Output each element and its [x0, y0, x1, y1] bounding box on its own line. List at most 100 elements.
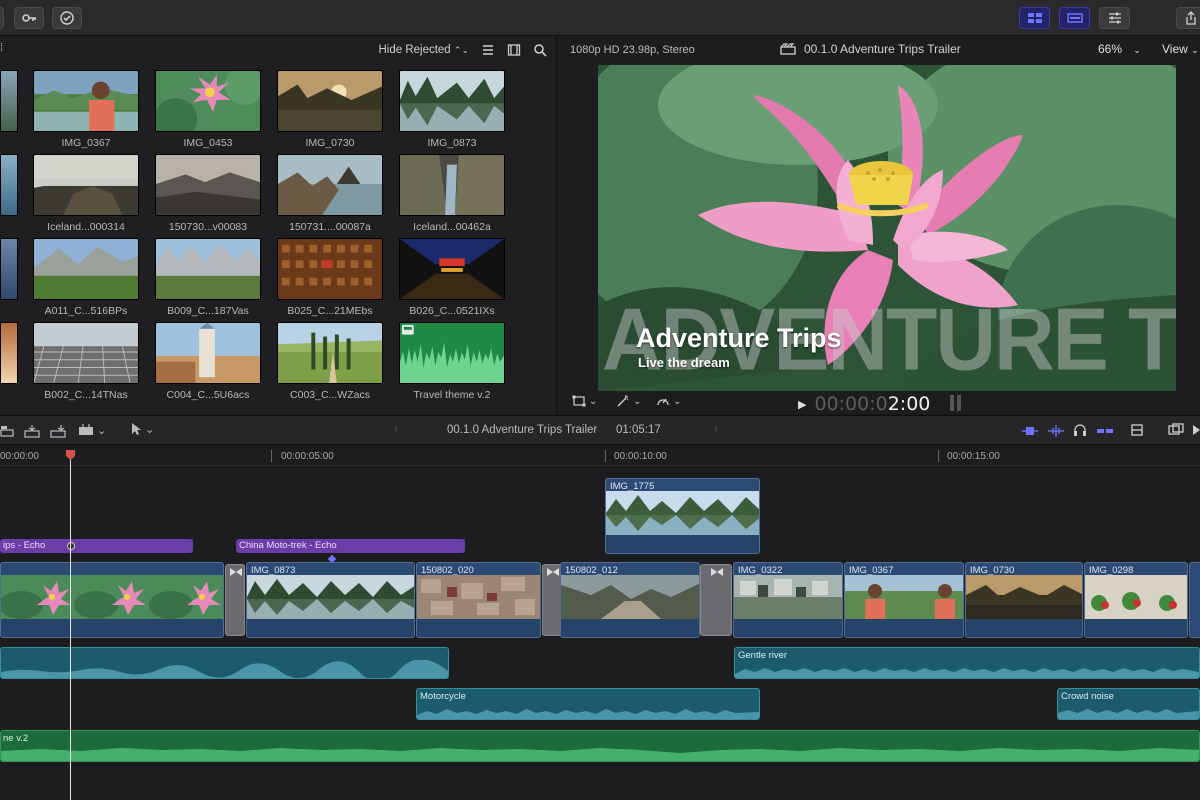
- filmstrip-icon[interactable]: [507, 43, 521, 57]
- retime-tool[interactable]: ⌄: [656, 395, 681, 407]
- connected-video-clip[interactable]: IMG_1775: [605, 478, 760, 554]
- browser-clip[interactable]: IMG_0730: [277, 70, 383, 149]
- overwrite-edit-dropdown[interactable]: ⌄: [78, 423, 106, 437]
- viewer: 1080p HD 23.98p, Stereo 00.1.0 Adventure…: [558, 36, 1200, 415]
- waveform: [735, 668, 1199, 678]
- approve-button[interactable]: [52, 7, 82, 29]
- keyword-button[interactable]: [14, 7, 44, 29]
- title-clip[interactable]: China Moto-trek - Echo: [236, 539, 465, 553]
- title-clip[interactable]: ips - Echo: [0, 539, 193, 553]
- zoom-dropdown[interactable]: 66% ⌄: [1098, 42, 1141, 56]
- browser-clip[interactable]: B026_C...0521IXs: [399, 238, 505, 317]
- partial-thumbnail[interactable]: [0, 70, 18, 132]
- share-button[interactable]: [1176, 7, 1200, 29]
- append-edit-icon[interactable]: [50, 424, 66, 438]
- zoom-value: 66%: [1098, 42, 1123, 56]
- primary-video-clip[interactable]: 150802_020: [416, 562, 541, 638]
- layout-timeline-button[interactable]: [1059, 7, 1090, 29]
- clip-thumbnail: [155, 322, 261, 384]
- primary-video-clip[interactable]: IMG_0367: [844, 562, 964, 638]
- playhead[interactable]: [70, 456, 71, 800]
- clip-name: B026_C...0521IXs: [409, 305, 495, 317]
- browser-clip[interactable]: 150730...v00083: [155, 154, 261, 233]
- clip-name: Iceland...000314: [47, 221, 125, 233]
- ruler-tick: [938, 450, 939, 462]
- browser-clip[interactable]: Iceland...00462a: [399, 154, 505, 233]
- title-clip-label: ips - Echo: [3, 540, 46, 551]
- partial-video-clip[interactable]: [1189, 562, 1200, 638]
- timeline[interactable]: 00:00:00 00:00:05:00 00:00:10:00 00:00:1…: [0, 446, 1200, 800]
- primary-video-clip[interactable]: IMG_0730: [965, 562, 1083, 638]
- clip-thumbnail: [399, 238, 505, 300]
- connection-point: [67, 542, 75, 550]
- clip-thumbnail: [277, 154, 383, 216]
- snapping-icon[interactable]: [1096, 424, 1114, 438]
- transition-clip[interactable]: [542, 564, 562, 636]
- clip-audio-strip: [417, 619, 540, 637]
- headphones-icon[interactable]: [1073, 423, 1087, 437]
- back-history-icon[interactable]: ‹: [394, 423, 398, 435]
- audio-skimming-icon[interactable]: [1047, 424, 1065, 438]
- partial-thumbnail[interactable]: [0, 154, 18, 216]
- clip-audio-strip: [845, 619, 963, 637]
- browser-clip[interactable]: A011_C...516BPs: [33, 238, 139, 317]
- browser-clip[interactable]: IMG_0453: [155, 70, 261, 149]
- primary-video-clip[interactable]: 150802_012: [560, 562, 700, 638]
- partial-thumbnail[interactable]: [0, 238, 18, 300]
- browser-clip[interactable]: B002_C...14TNas: [33, 322, 139, 401]
- browser-clip[interactable]: Travel theme v.2: [399, 322, 505, 401]
- browser-clip[interactable]: C003_C...WZacs: [277, 322, 383, 401]
- browser-clip[interactable]: B025_C...21MEbs: [277, 238, 383, 317]
- search-icon[interactable]: [533, 43, 547, 57]
- list-view-icon[interactable]: [481, 43, 495, 57]
- clip-name: Iceland...00462a: [413, 221, 491, 233]
- ruler-label: 00:00:05:00: [281, 451, 334, 462]
- ruler-tick: [271, 450, 272, 462]
- browser-clip[interactable]: 150731....00087a: [277, 154, 383, 233]
- primary-video-clip[interactable]: [0, 562, 224, 638]
- browser-clip[interactable]: B009_C...187Vas: [155, 238, 261, 317]
- play-icon[interactable]: ▶: [798, 398, 806, 411]
- primary-video-clip[interactable]: IMG_0873: [246, 562, 415, 638]
- primary-video-clip[interactable]: IMG_0322: [733, 562, 843, 638]
- layout-browser-button[interactable]: [1019, 7, 1050, 29]
- browser-clip[interactable]: IMG_0873: [399, 70, 505, 149]
- transform-tool[interactable]: ⌄: [572, 395, 597, 407]
- clip-appearance-icon[interactable]: [1130, 423, 1144, 437]
- inspector-button[interactable]: [1099, 7, 1130, 29]
- connect-edit-icon[interactable]: [0, 424, 14, 438]
- timecode-bright: 2:00: [887, 393, 931, 415]
- transition-clip[interactable]: [700, 564, 732, 636]
- music-clip[interactable]: ne v.2: [0, 730, 1200, 762]
- browser-clip[interactable]: IMG_0367: [33, 70, 139, 149]
- insert-edit-icon[interactable]: [24, 424, 40, 438]
- primary-video-clip[interactable]: IMG_0298: [1084, 562, 1188, 638]
- partial-thumbnail[interactable]: [0, 322, 18, 384]
- partial-toolbar-button[interactable]: [0, 7, 4, 29]
- enhance-tool[interactable]: ⌄: [616, 395, 641, 407]
- viewer-canvas[interactable]: ADVENTURE TRIPS Adventure Trips Live the…: [598, 65, 1176, 391]
- audio-clip[interactable]: Gentle river: [734, 647, 1200, 679]
- audio-clip[interactable]: [0, 647, 449, 679]
- video-skimming-icon[interactable]: [1021, 424, 1039, 438]
- browser-clip[interactable]: Iceland...000314: [33, 154, 139, 233]
- clip-audio-strip: [561, 619, 699, 637]
- browser-clip[interactable]: C004_C...5U6acs: [155, 322, 261, 401]
- timeline-ruler[interactable]: 00:00:00 00:00:05:00 00:00:10:00 00:00:1…: [0, 446, 1200, 466]
- select-tool-dropdown[interactable]: ⌄: [130, 422, 154, 436]
- browser-header: Hide Rejected ⌃⌄: [0, 36, 557, 64]
- speedometer-icon: [657, 398, 669, 406]
- forward-history-icon[interactable]: ›: [714, 423, 718, 435]
- filter-dropdown[interactable]: Hide Rejected ⌃⌄: [378, 44, 469, 56]
- effects-browser-icon[interactable]: [1168, 423, 1184, 437]
- waveform: [1, 748, 1199, 761]
- clip-thumbnail: [277, 322, 383, 384]
- transition-clip[interactable]: [225, 564, 245, 636]
- waveform: [1, 660, 448, 678]
- clip-name: B002_C...14TNas: [44, 389, 128, 401]
- audio-clip[interactable]: Motorcycle: [416, 688, 760, 720]
- view-dropdown[interactable]: View ⌄: [1162, 42, 1199, 56]
- audio-clip[interactable]: Crowd noise: [1057, 688, 1200, 720]
- overlay-subtitle: Live the dream: [638, 355, 730, 370]
- transitions-browser-icon[interactable]: [1192, 423, 1200, 437]
